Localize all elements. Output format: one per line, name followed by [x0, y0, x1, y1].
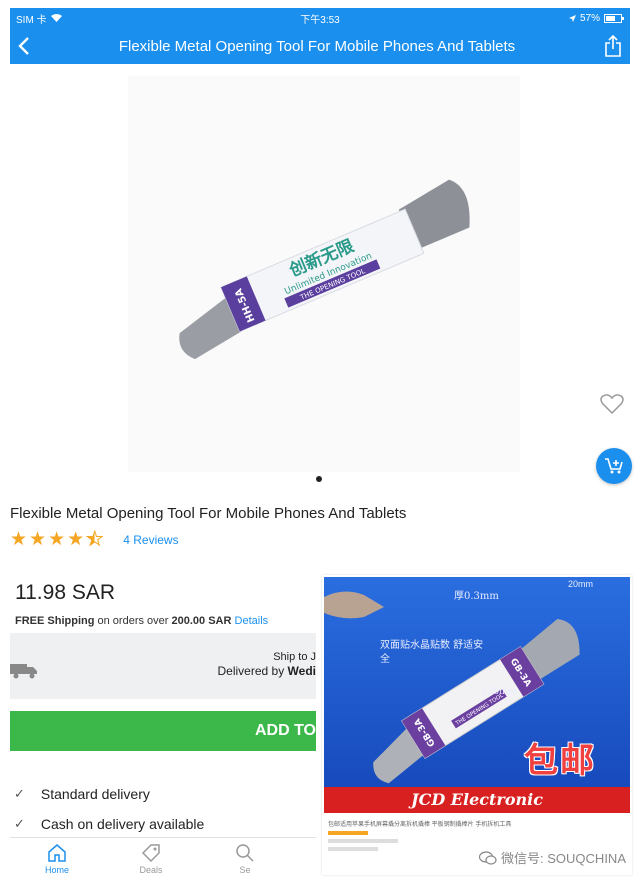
share-button[interactable] [596, 28, 630, 64]
delivered-by-day: Wedi [287, 664, 316, 678]
search-icon [236, 843, 254, 862]
shipping-amount: 200.00 SAR [171, 615, 232, 627]
overlay-caption: 双面贴水晶贴数 舒适安全 [380, 640, 484, 665]
nav-title: Flexible Metal Opening Tool For Mobile P… [118, 37, 516, 55]
star-icon: ★ [67, 529, 85, 550]
wechat-icon [479, 850, 497, 865]
tab-bar: Home Deals Se [10, 837, 316, 879]
chevron-left-icon [18, 37, 29, 55]
overlay-listing-meta [328, 831, 428, 855]
app-screen: SIM 卡 下午3:53 57% Flexible Metal Opening … [0, 0, 640, 887]
cart-plus-icon [605, 458, 623, 474]
status-time: 下午3:53 [300, 14, 340, 26]
star-rating: ★ ★ ★ ★ ★ [10, 529, 104, 550]
carrier-label: SIM 卡 [16, 14, 47, 26]
watermark-text: 微信号: SOUQCHINA [501, 851, 626, 866]
free-shipping-badge: 包邮 [524, 742, 596, 780]
overlay-listing-image: GB-3A GB-3A THE OPENING TOOL 厚0.3mm 20mm… [322, 575, 632, 875]
nav-bar: Flexible Metal Opening Tool For Mobile P… [10, 28, 630, 64]
star-icon: ★ [10, 529, 28, 550]
ship-to-label: Ship to J [273, 651, 316, 663]
star-icon: ★ [86, 529, 104, 550]
rating-row: ★ ★ ★ ★ ★ 4 Reviews [10, 529, 179, 550]
feature-label: Cash on delivery available [40, 816, 205, 832]
back-button[interactable] [10, 28, 38, 64]
deals-tag-icon [141, 843, 160, 862]
check-icon: ✓ [14, 816, 25, 831]
delivered-by-label: Delivered by Wedi [218, 664, 317, 678]
delivered-by-prefix: Delivered by [217, 664, 285, 678]
battery-icon [604, 13, 624, 23]
wechat-watermark: 微信号: SOUQCHINA [479, 848, 626, 867]
product-photo: HH-5A 创新无限 Unlimited Innovation THE OPEN… [128, 76, 520, 472]
overlay-size-top: 20mm [568, 579, 594, 589]
star-icon: ★ [29, 529, 47, 550]
status-bar: SIM 卡 下午3:53 57% [10, 8, 630, 28]
delivery-box[interactable]: Ship to J Delivered by Wedi [10, 633, 316, 699]
location-arrow-icon [568, 14, 576, 22]
overlay-listing-text: 包邮适用苹果手机屏幕撬分离拆机撬棒 平板钢制撬棒片 手机拆机工具 [328, 822, 512, 828]
feature-label: Standard delivery [40, 786, 150, 802]
heart-icon [600, 394, 624, 415]
share-icon [605, 35, 621, 57]
truck-icon [10, 664, 37, 679]
carousel-indicator [316, 476, 322, 482]
overlay-product-photo: GB-3A GB-3A THE OPENING TOOL 厚0.3mm 20mm… [324, 577, 630, 813]
shipping-middle: on orders over [97, 615, 169, 627]
tab-label: Home [44, 864, 69, 875]
tab-home[interactable]: Home [10, 838, 104, 879]
reviews-link[interactable]: 4 Reviews [123, 533, 178, 547]
wifi-icon [50, 14, 62, 22]
home-icon [48, 843, 66, 862]
product-price: 11.98 SAR [15, 581, 116, 604]
feature-cash-on-delivery: ✓ Cash on delivery available [14, 816, 204, 832]
tab-deals[interactable]: Deals [104, 838, 198, 879]
wishlist-button[interactable] [596, 388, 628, 420]
feature-standard-delivery: ✓ Standard delivery [14, 786, 150, 802]
overlay-brand-banner: JCD Electronic [324, 787, 630, 813]
free-shipping-label: FREE Shipping [15, 615, 95, 627]
add-to-cart-button[interactable]: ADD TO [10, 711, 316, 751]
tab-label: Deals [139, 864, 163, 875]
tab-label: Se [239, 864, 251, 875]
overlay-thickness: 厚0.3mm [454, 591, 499, 602]
overlay-size-length: 120mm [482, 687, 517, 697]
tab-search[interactable]: Se [198, 838, 292, 879]
shipping-details-link[interactable]: Details [235, 615, 269, 627]
check-icon: ✓ [14, 786, 25, 801]
shipping-info: FREE Shipping on orders over 200.00 SAR … [15, 615, 268, 627]
product-image-carousel[interactable]: HH-5A 创新无限 Unlimited Innovation THE OPEN… [10, 64, 632, 492]
battery-percent: 57% [579, 12, 600, 24]
add-to-cart-fab[interactable] [596, 448, 632, 484]
star-icon: ★ [48, 529, 66, 550]
product-title: Flexible Metal Opening Tool For Mobile P… [10, 505, 407, 522]
